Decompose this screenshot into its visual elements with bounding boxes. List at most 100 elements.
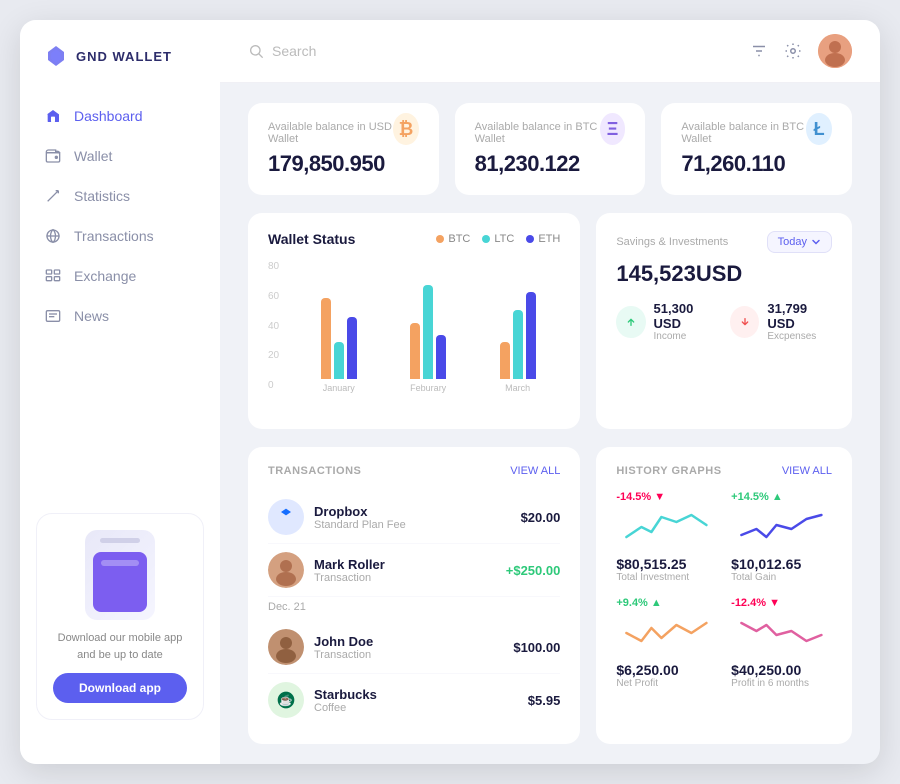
filter-icon <box>750 42 768 60</box>
eth-coin-icon: Ξ <box>600 113 626 145</box>
y-label-0: 0 <box>268 380 279 391</box>
bar-march-ltc <box>513 310 523 379</box>
income-icon <box>616 306 645 338</box>
mini-chart-1 <box>731 507 832 545</box>
sidebar: GND WALLET Dashboard Wallet Statistics <box>20 20 220 764</box>
user-avatar[interactable] <box>818 34 852 68</box>
svg-text:☕: ☕ <box>279 693 292 707</box>
btc-coin-icon: ₿ <box>393 113 418 145</box>
search-icon <box>248 43 264 59</box>
tx-amount-dropbox: $20.00 <box>521 510 561 525</box>
history-label-1: Total Gain <box>731 572 832 583</box>
bar-february-btc <box>410 323 420 379</box>
tx-name-dropbox: Dropbox <box>314 504 511 519</box>
expenses-stat: 31,799 USD Excpenses <box>730 301 832 342</box>
sidebar-item-transactions[interactable]: Transactions <box>20 216 220 256</box>
bars-container: January Feburary <box>296 261 560 393</box>
history-label-0: Total Investment <box>616 572 717 583</box>
settings-icon <box>784 42 802 60</box>
today-period-selector[interactable]: Today <box>767 231 832 253</box>
download-app-button[interactable]: Download app <box>53 673 187 703</box>
sidebar-item-dashboard[interactable]: Dashboard <box>20 96 220 136</box>
logo-text: GND WALLET <box>76 49 172 64</box>
bottom-row: TRANSACTIONS VIEW ALL Dropbox Standard P… <box>248 447 852 744</box>
tx-info-mark: Mark Roller Transaction <box>314 557 496 584</box>
history-change-3: -12.4% ▼ <box>731 597 832 609</box>
arrow-down-icon <box>737 314 753 330</box>
transactions-card: TRANSACTIONS VIEW ALL Dropbox Standard P… <box>248 447 580 744</box>
history-card: HISTORY GRAPHS VIEW ALL -14.5% ▼ <box>596 447 852 744</box>
wallet-icon <box>44 147 62 165</box>
savings-title: Savings & Investments <box>616 236 728 248</box>
balance-amount-1: 81,230.122 <box>475 151 600 177</box>
nav-label-statistics: Statistics <box>74 188 130 204</box>
bar-row-march <box>500 279 536 379</box>
history-change-2: +9.4% ▲ <box>616 597 717 609</box>
expenses-label: Excpenses <box>767 331 832 342</box>
tx-amount-starbucks: $5.95 <box>528 693 561 708</box>
table-row: Dropbox Standard Plan Fee $20.00 <box>268 491 560 544</box>
chart-header: Wallet Status BTC LTC <box>268 231 560 247</box>
bar-group-march: March <box>485 279 550 393</box>
savings-card: Savings & Investments Today 145,523USD <box>596 213 852 429</box>
filter-icon-button[interactable] <box>750 42 768 60</box>
sidebar-item-wallet[interactable]: Wallet <box>20 136 220 176</box>
bar-row-january <box>321 279 357 379</box>
tx-date-label: Dec. 21 <box>268 597 560 621</box>
income-info: 51,300 USD Income <box>654 301 719 342</box>
tx-sub-john: Transaction <box>314 649 503 661</box>
list-item: -12.4% ▼ $40,250.00 Profit in 6 months <box>731 597 832 689</box>
balance-label-1: Available balance in BTC Wallet <box>475 121 600 145</box>
y-label-20: 20 <box>268 350 279 361</box>
legend-label-btc: BTC <box>448 233 470 245</box>
history-amount-1: $10,012.65 <box>731 556 832 572</box>
tx-sub-mark: Transaction <box>314 572 496 584</box>
history-view-all[interactable]: VIEW ALL <box>782 465 832 477</box>
y-label-60: 60 <box>268 291 279 302</box>
legend-dot-btc <box>436 235 444 243</box>
legend-label-eth: ETH <box>538 233 560 245</box>
legend-ltc: LTC <box>482 233 514 245</box>
chart-area: 80 60 40 20 0 <box>268 261 560 411</box>
header <box>220 20 880 83</box>
history-label-2: Net Profit <box>616 678 717 689</box>
sidebar-item-statistics[interactable]: Statistics <box>20 176 220 216</box>
balance-card-ltc: Available balance in BTC Wallet 71,260.1… <box>661 103 852 195</box>
list-item: +9.4% ▲ $6,250.00 Net Profit <box>616 597 717 689</box>
history-label-3: Profit in 6 months <box>731 678 832 689</box>
sidebar-item-exchange[interactable]: Exchange <box>20 256 220 296</box>
transactions-title: TRANSACTIONS <box>268 465 361 477</box>
history-change-1: +14.5% ▲ <box>731 491 832 503</box>
balance-cards-grid: Available balance in USD Wallet 179,850.… <box>248 103 852 195</box>
sidebar-promo: Download our mobile app and be up to dat… <box>36 513 204 720</box>
table-row: Mark Roller Transaction +$250.00 <box>268 544 560 597</box>
sidebar-item-news[interactable]: News <box>20 296 220 336</box>
news-icon <box>44 307 62 325</box>
nav-label-exchange: Exchange <box>74 268 136 284</box>
bar-january-btc <box>321 298 331 379</box>
bar-february-ltc <box>423 285 433 379</box>
transactions-view-all[interactable]: VIEW ALL <box>510 465 560 477</box>
tx-sub-dropbox: Standard Plan Fee <box>314 519 511 531</box>
expenses-icon <box>730 306 759 338</box>
chart-y-labels: 80 60 40 20 0 <box>268 261 279 391</box>
tx-name-mark: Mark Roller <box>314 557 496 572</box>
savings-header: Savings & Investments Today <box>616 231 832 253</box>
settings-icon-button[interactable] <box>784 42 802 60</box>
tx-name-john: John Doe <box>314 634 503 649</box>
transactions-icon <box>44 227 62 245</box>
table-row: ☕ Starbucks Coffee $5.95 <box>268 674 560 726</box>
legend-dot-ltc <box>482 235 490 243</box>
history-grid: -14.5% ▼ $80,515.25 Total Investment <box>616 491 832 689</box>
bar-row-february <box>410 279 446 379</box>
savings-stats: 51,300 USD Income 31,799 USD Excpenses <box>616 301 832 342</box>
bar-january-eth <box>347 317 357 379</box>
mini-chart-0 <box>616 507 717 545</box>
balance-amount-0: 179,850.950 <box>268 151 393 177</box>
statistics-icon <box>44 187 62 205</box>
search-input[interactable] <box>272 43 472 59</box>
income-label: Income <box>654 331 719 342</box>
bar-march-eth <box>526 292 536 379</box>
history-amount-0: $80,515.25 <box>616 556 717 572</box>
middle-row: Wallet Status BTC LTC <box>248 213 852 429</box>
